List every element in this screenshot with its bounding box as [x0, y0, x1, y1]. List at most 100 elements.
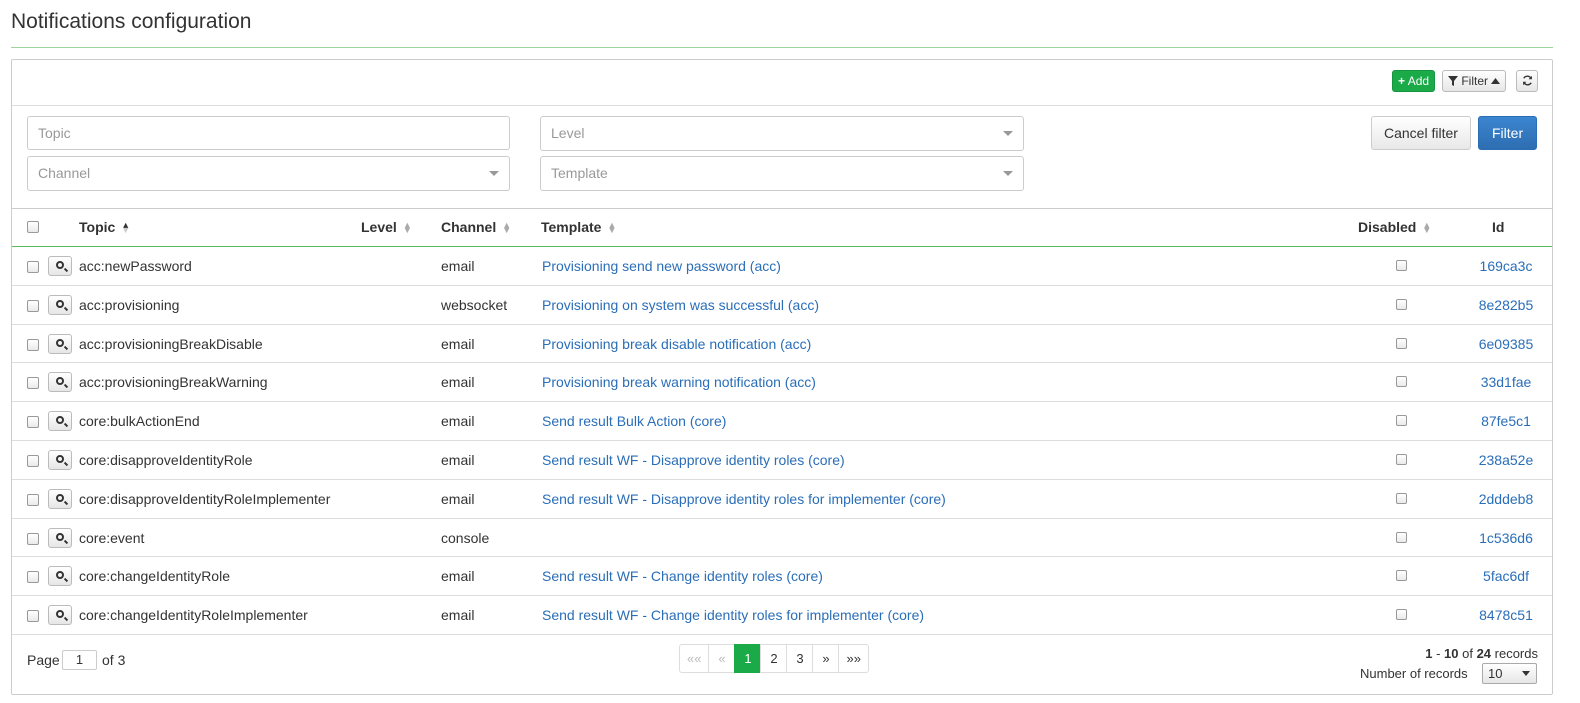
row-detail-button[interactable]: [48, 527, 72, 548]
last-page-button[interactable]: »»: [838, 644, 869, 673]
table-row[interactable]: acc:newPassword email Provisioning send ne…: [12, 247, 1552, 286]
table-row[interactable]: core:changeIdentityRoleImplementer email S…: [12, 596, 1552, 635]
row-select-checkbox[interactable]: [27, 261, 39, 273]
row-detail-button[interactable]: [48, 333, 72, 354]
cell-template-link[interactable]: Provisioning break warning notification …: [542, 374, 816, 390]
column-header-topic[interactable]: Topic ▲ ▼: [79, 219, 130, 235]
cell-channel: websocket: [441, 296, 508, 313]
toolbar: + Add Filter: [12, 60, 1552, 106]
row-select-checkbox[interactable]: [27, 532, 39, 545]
column-header-level[interactable]: Level ▲ ▼: [361, 219, 412, 235]
cell-id-link[interactable]: 238a52e: [1471, 452, 1541, 468]
cell-channel: console: [441, 529, 490, 546]
cell-topic: core:changeIdentityRoleImplementer: [79, 607, 308, 624]
page-button-2[interactable]: 2: [760, 644, 788, 673]
table-row[interactable]: core:disapproveIdentityRole email Send res…: [12, 441, 1552, 480]
chevron-down-icon: [1522, 671, 1530, 676]
cell-disabled-checkbox: [1396, 298, 1407, 310]
column-header-channel[interactable]: Channel ▲ ▼: [441, 219, 511, 235]
row-detail-button[interactable]: [48, 372, 72, 393]
row-select-checkbox[interactable]: [27, 571, 39, 584]
table-row[interactable]: core:disapproveIdentityRoleImplementer em…: [12, 480, 1552, 519]
row-select-checkbox[interactable]: [27, 338, 39, 351]
row-detail-button[interactable]: [48, 294, 72, 315]
range-to: 10: [1444, 646, 1459, 661]
cell-disabled-checkbox: [1396, 570, 1407, 582]
cell-id-link[interactable]: 8e282b5: [1471, 297, 1541, 313]
chevron-down-icon: [489, 171, 499, 176]
cell-id-link[interactable]: 5fac6df: [1471, 568, 1541, 584]
range-of: of: [1458, 646, 1477, 661]
records-per-page-select[interactable]: 10: [1482, 663, 1537, 684]
row-select-checkbox[interactable]: [27, 454, 39, 467]
page-button-1[interactable]: 1: [734, 644, 762, 673]
select-all-checkbox[interactable]: [27, 221, 39, 233]
cell-template-link[interactable]: Send result WF - Change identity roles (…: [542, 568, 823, 584]
table-row[interactable]: core:bulkActionEnd email Send result Bulk …: [12, 402, 1552, 441]
topic-filter-placeholder: Topic: [38, 125, 71, 141]
cancel-filter-button[interactable]: Cancel filter: [1371, 116, 1471, 150]
channel-filter-select[interactable]: Channel: [27, 156, 510, 191]
cell-template-link[interactable]: Provisioning send new password (acc): [542, 258, 781, 274]
template-filter-placeholder: Template: [551, 165, 608, 181]
row-detail-button[interactable]: [48, 566, 72, 587]
page-number-input[interactable]: 1: [62, 650, 97, 670]
refresh-button[interactable]: [1516, 70, 1538, 92]
cell-disabled-checkbox: [1396, 376, 1407, 388]
refresh-icon: [1522, 74, 1533, 88]
chevron-down-icon: [1003, 131, 1013, 136]
cell-template-link[interactable]: Send result WF - Disapprove identity rol…: [542, 491, 946, 507]
add-button[interactable]: + Add: [1392, 70, 1436, 92]
template-filter-select[interactable]: Template: [540, 156, 1024, 191]
caret-up-icon: [1491, 74, 1501, 88]
level-filter-select[interactable]: Level: [540, 116, 1024, 151]
cell-id-link[interactable]: 6e09385: [1471, 336, 1541, 352]
filter-toggle-button[interactable]: Filter: [1442, 70, 1507, 92]
cell-topic: acc:newPassword: [79, 258, 192, 274]
table-header: Topic ▲ ▼ Level ▲ ▼ Channel ▲ ▼ Template ▲ ▼ Dis…: [12, 209, 1552, 247]
column-header-disabled-label: Disabled: [1358, 219, 1417, 235]
prev-page-button[interactable]: «: [708, 644, 736, 673]
first-page-button[interactable]: ««: [679, 644, 710, 673]
row-detail-button[interactable]: [48, 605, 72, 626]
row-detail-button[interactable]: [48, 411, 72, 432]
cell-topic: acc:provisioning: [79, 296, 180, 313]
cell-template-link[interactable]: Provisioning on system was successful (a…: [542, 297, 819, 313]
cell-topic: acc:provisioningBreakWarning: [79, 374, 268, 391]
row-select-checkbox[interactable]: [27, 610, 39, 623]
table-row[interactable]: acc:provisioningBreakWarning email Provisi…: [12, 363, 1552, 403]
cell-template-link[interactable]: Send result WF - Disapprove identity rol…: [542, 452, 845, 468]
column-header-disabled[interactable]: Disabled ▲ ▼: [1358, 219, 1431, 235]
topic-filter-input[interactable]: Topic: [27, 116, 510, 150]
row-select-checkbox[interactable]: [27, 299, 39, 312]
row-detail-button[interactable]: [48, 449, 72, 470]
cell-disabled-checkbox: [1396, 492, 1407, 504]
cell-channel: email: [441, 374, 475, 391]
cell-template-link[interactable]: Send result WF - Change identity roles f…: [542, 607, 924, 623]
channel-filter-placeholder: Channel: [38, 165, 91, 181]
row-select-checkbox[interactable]: [27, 377, 39, 390]
table-row[interactable]: core:event console 1c536d6: [12, 519, 1552, 558]
row-select-checkbox[interactable]: [27, 493, 39, 506]
cell-id-link[interactable]: 169ca3c: [1471, 258, 1541, 274]
cell-template-link[interactable]: Provisioning break disable notification …: [542, 336, 811, 352]
cell-id-link[interactable]: 33d1fae: [1471, 374, 1541, 390]
apply-filter-button[interactable]: Filter: [1478, 116, 1538, 150]
row-detail-button[interactable]: [48, 256, 72, 276]
table-row[interactable]: acc:provisioning websocket Provisioning on…: [12, 286, 1552, 325]
cell-id-link[interactable]: 2dddeb8: [1471, 491, 1541, 507]
cell-template-link[interactable]: Send result Bulk Action (core): [542, 413, 726, 429]
table-footer: Page 1 of 3 «« « 1 2 3 » »» 1 - 10 of 24…: [12, 634, 1552, 694]
table-row[interactable]: acc:provisioningBreakDisable email Provisi…: [12, 325, 1552, 364]
search-icon: [56, 416, 64, 425]
cell-id-link[interactable]: 1c536d6: [1471, 530, 1541, 546]
search-icon: [56, 299, 64, 308]
cell-id-link[interactable]: 8478c51: [1471, 607, 1541, 623]
table-row[interactable]: core:changeIdentityRole email Send result …: [12, 557, 1552, 597]
page-button-3[interactable]: 3: [786, 644, 814, 673]
row-select-checkbox[interactable]: [27, 416, 39, 429]
next-page-button[interactable]: »: [812, 644, 840, 673]
cell-id-link[interactable]: 87fe5c1: [1471, 413, 1541, 429]
column-header-template[interactable]: Template ▲ ▼: [541, 219, 616, 235]
row-detail-button[interactable]: [48, 488, 72, 509]
